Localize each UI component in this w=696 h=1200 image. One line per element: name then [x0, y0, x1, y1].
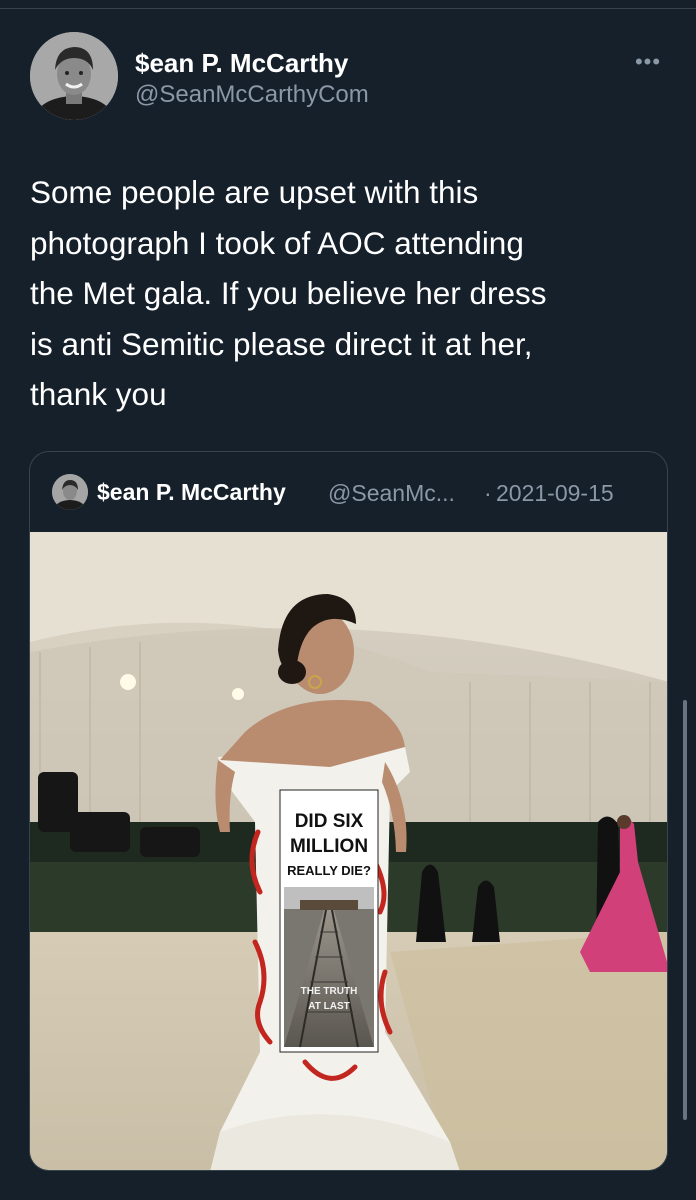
quoted-avatar-image — [52, 474, 88, 510]
quoted-author-name: $ean P. McCarthy — [97, 479, 286, 505]
tweet-text-line: the Met gala. If you believe her dress — [30, 275, 547, 311]
quoted-date: 2021-09-15 — [496, 480, 614, 506]
sign-footer-2: AT LAST — [308, 1001, 349, 1012]
quoted-author-handle: @SeanMc... — [328, 480, 455, 506]
tweet-text-line: is anti Semitic please direct it at her, — [30, 325, 533, 362]
author-name[interactable]: $ean P. McCarthy — [135, 48, 348, 79]
sign-line-1: DID SIX — [295, 811, 364, 832]
scrollbar[interactable] — [683, 700, 687, 1120]
tweet-text-line: photograph I took of AOC attending — [30, 224, 524, 261]
sign-footer-1: THE TRUTH — [301, 986, 358, 997]
sign-line-2: MILLION — [290, 836, 368, 857]
quoted-author-avatar — [52, 474, 88, 510]
separator-dot: · — [484, 480, 492, 506]
more-options-icon[interactable]: ••• — [628, 50, 668, 74]
quoted-photo[interactable]: DID SIX MILLION REALLY DIE? THE TRUTH AT… — [30, 532, 667, 1170]
tweet-text-line: thank you — [30, 376, 167, 412]
author-avatar-image — [30, 32, 118, 120]
tweet-text: Some people are upset with this photogra… — [30, 167, 670, 420]
sign-line-3: REALLY DIE? — [287, 863, 371, 878]
author-avatar[interactable] — [30, 32, 118, 120]
tweet-text-line: Some people are upset with this — [30, 174, 479, 210]
author-handle[interactable]: @SeanMcCarthyCom — [135, 81, 369, 109]
dress-sign: DID SIX MILLION REALLY DIE? THE TRUTH AT… — [279, 789, 379, 1053]
quoted-tweet-card[interactable]: $ean P. McCarthy @SeanMc... · 2021-09-15 — [29, 451, 668, 1171]
top-divider — [0, 8, 696, 9]
